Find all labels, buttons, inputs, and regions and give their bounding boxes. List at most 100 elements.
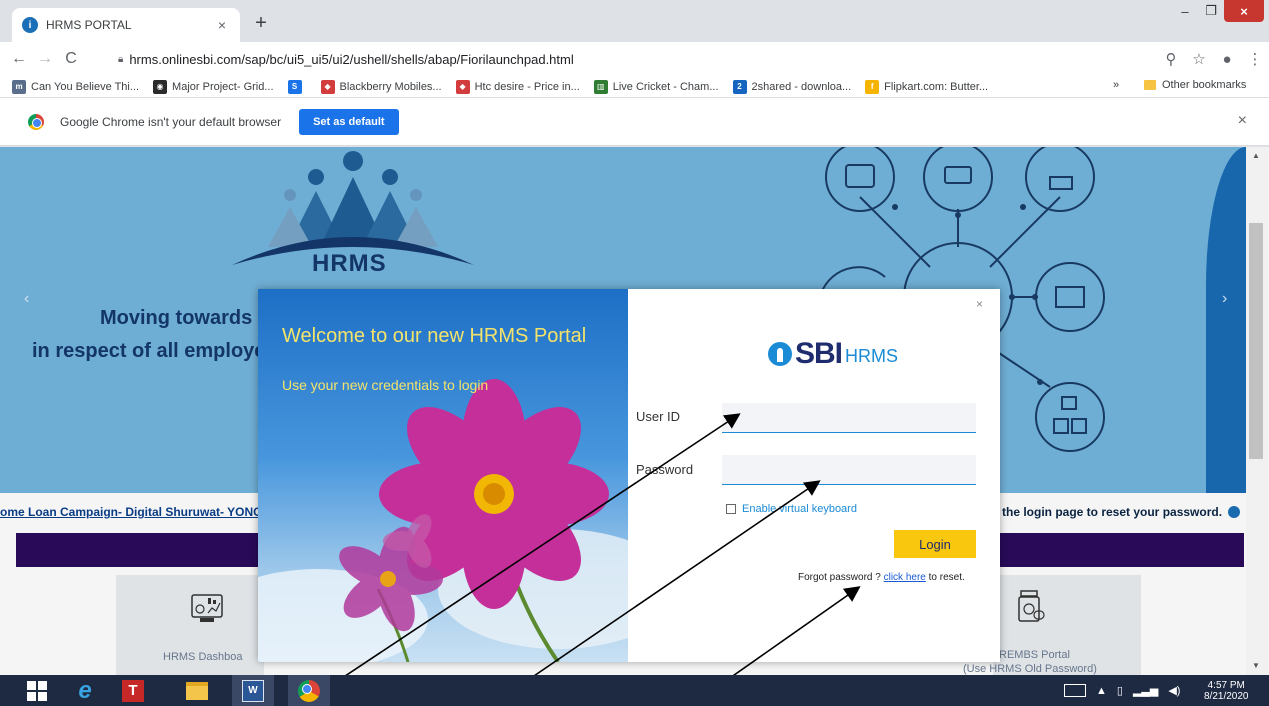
bookmark-favicon-icon: f xyxy=(865,79,880,94)
bookmark-label: Flipkart.com: Butter... xyxy=(884,80,989,93)
bookmarks-bar: m Can You Believe Thi... ◉ Major Project- G… xyxy=(0,76,1269,98)
window-minimize-button[interactable]: – xyxy=(1172,0,1198,22)
system-clock[interactable]: 4:57 PM 8/21/2020 xyxy=(1204,680,1249,702)
bookmark-favicon-icon: 2 xyxy=(732,79,747,94)
internet-explorer-icon: e xyxy=(78,676,92,704)
tally-icon: T xyxy=(122,679,144,702)
bookmark-item[interactable]: 2 2shared - downloa... xyxy=(732,79,852,94)
bookmark-favicon-icon: ◉ xyxy=(153,79,168,94)
chrome-logo-icon xyxy=(28,113,44,130)
chrome-menu-icon[interactable]: ⋮ xyxy=(1241,50,1269,68)
tab-close-icon[interactable]: × xyxy=(214,17,230,33)
bookmark-label: Blackberry Mobiles... xyxy=(339,80,442,93)
window-close-button[interactable]: × xyxy=(1224,0,1264,22)
show-hidden-icons-icon[interactable]: ▲ xyxy=(1096,685,1107,697)
lock-icon: 🔒︎ xyxy=(118,53,124,65)
tab-title: HRMS PORTAL xyxy=(46,18,132,32)
login-dialog: Welcome to our new HRMS Portal Use your … xyxy=(258,289,1000,662)
windows-taskbar: e T W ▲ ▯ ▂▃▅ ◀) 4:57 PM 8/21/2020 xyxy=(0,675,1269,706)
forgot-password-link[interactable]: click here xyxy=(884,572,926,583)
set-as-default-button[interactable]: Set as default xyxy=(299,108,399,135)
bookmark-favicon-icon: ▥ xyxy=(593,79,608,94)
bookmark-label: 2shared - downloa... xyxy=(751,80,852,93)
bookmarks-overflow-button[interactable]: » xyxy=(1113,79,1119,91)
infobar-close-icon[interactable]: × xyxy=(1238,112,1247,130)
system-tray: ▲ ▯ ▂▃▅ ◀) xyxy=(1064,675,1190,706)
bookmark-label: Can You Believe Thi... xyxy=(31,80,140,93)
forgot-password-prefix: Forgot password ? xyxy=(798,572,884,583)
sbi-keyhole-icon xyxy=(768,342,792,366)
login-promo-panel: Welcome to our new HRMS Portal Use your … xyxy=(258,289,628,662)
network-signal-icon[interactable]: ▂▃▅ xyxy=(1133,684,1158,697)
address-url[interactable]: hrms.onlinesbi.com/sap/bc/ui5_ui5/ui2/us… xyxy=(129,52,573,67)
page-scrollbar[interactable]: ▲ ▼ xyxy=(1246,147,1269,675)
clock-date: 8/21/2020 xyxy=(1204,691,1249,702)
login-button[interactable]: Login xyxy=(894,530,976,558)
tab-hrms-portal[interactable]: i HRMS PORTAL × xyxy=(12,8,240,42)
internet-explorer-taskbar-button[interactable]: e xyxy=(64,675,106,706)
bookmark-label: Live Cricket - Cham... xyxy=(612,80,719,93)
welcome-heading: Welcome to our new HRMS Portal xyxy=(282,325,587,347)
word-icon: W xyxy=(242,679,264,702)
forgot-password-suffix: to reset. xyxy=(925,572,965,583)
scroll-up-arrow-icon[interactable]: ▲ xyxy=(1252,151,1260,160)
bookmark-item[interactable]: ◉ Major Project- Grid... xyxy=(153,79,274,94)
zoom-icon[interactable]: ⚲ xyxy=(1157,50,1185,68)
chrome-icon xyxy=(298,679,320,702)
bookmark-item[interactable]: m Can You Believe Thi... xyxy=(12,79,140,94)
default-browser-infobar: Google Chrome isn't your default browser… xyxy=(0,98,1269,146)
folder-icon xyxy=(186,681,208,700)
bookmark-label: Htc desire - Price in... xyxy=(474,80,580,93)
windows-logo-icon xyxy=(27,680,47,701)
password-input[interactable] xyxy=(722,455,976,485)
sbi-brand-text: SBI xyxy=(795,337,843,370)
sbi-favicon-icon: i xyxy=(22,17,38,33)
touch-keyboard-icon[interactable] xyxy=(1064,684,1086,697)
sbi-hrms-logo: SBI HRMS xyxy=(768,339,898,369)
bookmark-star-icon[interactable]: ☆ xyxy=(1185,50,1213,68)
virtual-keyboard-label[interactable]: Enable virtual keyboard xyxy=(742,503,857,515)
clock-time: 4:57 PM xyxy=(1207,680,1245,691)
file-explorer-taskbar-button[interactable] xyxy=(176,675,218,706)
scrollbar-thumb[interactable] xyxy=(1249,223,1263,459)
virtual-keyboard-checkbox[interactable] xyxy=(726,504,736,514)
forward-button[interactable]: → xyxy=(32,50,58,68)
bookmark-item[interactable]: ◆ Htc desire - Price in... xyxy=(455,79,580,94)
scroll-down-arrow-icon[interactable]: ▼ xyxy=(1252,661,1260,670)
sbi-brand-suffix: HRMS xyxy=(845,346,899,366)
bookmark-item[interactable]: S xyxy=(287,79,307,94)
browser-tab-bar: i HRMS PORTAL × + – ❐ × xyxy=(0,0,1269,42)
start-button[interactable] xyxy=(16,675,58,706)
other-bookmarks-label: Other bookmarks xyxy=(1162,79,1247,91)
welcome-subtitle: Use your new credentials to login xyxy=(282,377,489,393)
address-bar[interactable]: 🔒︎ hrms.onlinesbi.com/sap/bc/ui5_ui5/ui2… xyxy=(108,46,1153,72)
password-label: Password xyxy=(636,462,694,477)
bookmark-label: Major Project- Grid... xyxy=(172,80,274,93)
bookmark-item[interactable]: ◆ Blackberry Mobiles... xyxy=(320,79,442,94)
folder-icon xyxy=(1144,80,1156,90)
window-restore-button[interactable]: ❐ xyxy=(1198,0,1224,22)
chrome-taskbar-button[interactable] xyxy=(288,675,330,706)
new-tab-button[interactable]: + xyxy=(250,12,272,35)
battery-icon[interactable]: ▯ xyxy=(1117,684,1123,697)
browser-toolbar: ← → C 🔒︎ hrms.onlinesbi.com/sap/bc/ui5_u… xyxy=(0,42,1269,76)
bookmark-item[interactable]: f Flipkart.com: Butter... xyxy=(865,79,989,94)
user-id-label: User ID xyxy=(636,409,681,424)
reload-button[interactable]: C xyxy=(58,50,84,68)
infobar-message: Google Chrome isn't your default browser xyxy=(60,114,282,129)
word-taskbar-button[interactable]: W xyxy=(232,675,274,706)
bookmark-item[interactable]: ▥ Live Cricket - Cham... xyxy=(593,79,719,94)
bookmark-favicon-icon: m xyxy=(12,79,26,94)
volume-icon[interactable]: ◀) xyxy=(1168,684,1180,697)
forgot-password-line: Forgot password ? click here to reset. xyxy=(798,572,965,583)
dialog-close-icon[interactable]: × xyxy=(976,297,983,311)
user-id-input[interactable] xyxy=(722,403,976,433)
login-form-panel: × SBI HRMS User ID Password Enable virtu… xyxy=(628,289,1000,662)
back-button[interactable]: ← xyxy=(6,50,32,68)
virtual-keyboard-toggle[interactable]: Enable virtual keyboard xyxy=(726,503,857,515)
tally-taskbar-button[interactable]: T xyxy=(112,675,154,706)
bookmark-favicon-icon: ◆ xyxy=(455,79,470,94)
other-bookmarks-folder[interactable]: Other bookmarks xyxy=(1144,79,1246,91)
bookmark-favicon-icon: S xyxy=(287,79,302,94)
profile-icon[interactable]: ● xyxy=(1213,51,1241,68)
